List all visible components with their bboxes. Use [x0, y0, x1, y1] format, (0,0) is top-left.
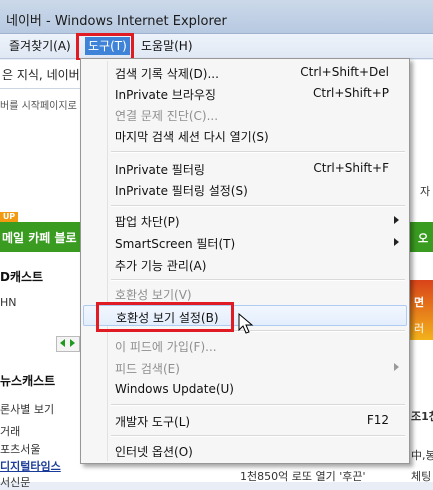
tools-dropdown-menu: 검색 기록 삭제(D)... Ctrl+Shift+Del InPrivate … [80, 58, 410, 464]
submenu-arrow-icon [394, 238, 399, 246]
right-snippet: 면 [414, 296, 425, 309]
news-item[interactable]: 포츠서울 [0, 441, 40, 457]
menu-item-diagnose-connection: 연결 문제 진단(C)... [115, 109, 219, 123]
menu-item-popup-blocker[interactable]: 팝업 차단(P) [83, 210, 407, 231]
next-icon[interactable] [70, 339, 75, 347]
news-item[interactable]: 디지털타임스 [0, 458, 61, 474]
menu-item-smartscreen-filter[interactable]: SmartScreen 필터(T) [83, 232, 407, 253]
menu-item-delete-history[interactable]: 검색 기록 삭제(D)... Ctrl+Shift+Del [83, 62, 407, 83]
menu-item-inprivate-browsing[interactable]: InPrivate 브라우징 Ctrl+Shift+P [83, 83, 407, 104]
menu-item-developer-tools[interactable]: 개발자 도구(L) F12 [83, 410, 407, 431]
search-bar[interactable]: 은 지식, 네이버 [0, 60, 80, 89]
title-bar: 네이버 - Windows Internet Explorer [0, 0, 433, 34]
menu-item-reopen-session[interactable]: 마지막 검색 세션 다시 열기(S) [83, 125, 407, 146]
submenu-arrow-icon [394, 363, 399, 371]
menu-item-internet-options[interactable]: 인터넷 옵션(O) [83, 440, 407, 461]
mouse-cursor-icon [238, 313, 254, 334]
menu-separator [111, 205, 405, 207]
news-item[interactable]: 서신문 [0, 474, 30, 490]
newscast-sub[interactable]: 론사별 보기 [0, 401, 54, 417]
set-start-page-link[interactable]: 버를 시작페이지로 [0, 97, 77, 112]
menu-separator [111, 435, 405, 437]
menu-item-compatibility-view: 호환성 보기(V) [115, 288, 192, 302]
prev-icon[interactable] [60, 339, 65, 347]
right-snippet: 조1천 [411, 410, 433, 423]
right-snippet: 오 [418, 232, 429, 245]
menu-item-manage-addons[interactable]: 추가 기능 관리(A) [83, 254, 407, 275]
newscast-heading: 뉴스캐스트 [0, 374, 56, 388]
menu-help[interactable]: 도움말(H) [138, 37, 196, 55]
up-badge: UP [0, 212, 18, 222]
menu-bar: 즐겨찾기(A) 도구(T) 도움말(H) [0, 34, 433, 59]
prev-next-nav[interactable] [56, 336, 80, 352]
submenu-arrow-icon [394, 216, 399, 224]
menu-item-windows-update[interactable]: Windows Update(U) [83, 379, 407, 400]
right-snippet: 러 [414, 322, 425, 335]
section-heading: D캐스트 [0, 270, 44, 284]
menu-separator [111, 279, 405, 281]
tools-menu-highlight-box [76, 33, 134, 61]
menu-item-subscribe-feed: 이 피드에 가입(F)... [115, 340, 217, 354]
section-sub: HN [0, 296, 17, 309]
menu-separator [111, 404, 405, 406]
menu-separator [111, 151, 405, 153]
service-nav-text[interactable]: 메일 카페 블로 [2, 229, 77, 246]
news-item[interactable]: 거래 [0, 423, 20, 439]
compatibility-settings-highlight-box [96, 302, 234, 332]
window-title: 네이버 - Windows Internet Explorer [6, 14, 227, 29]
right-snippet: 中,봉 [411, 449, 433, 462]
menu-item-inprivate-filter-settings[interactable]: InPrivate 필터링 설정(S) [83, 179, 407, 200]
menu-item-inprivate-filtering[interactable]: InPrivate 필터링 Ctrl+Shift+F [83, 158, 407, 179]
menu-item-feed-discovery: 피드 검색(E) [83, 357, 407, 378]
search-text: 은 지식, 네이버 [2, 68, 80, 82]
service-nav-bar: 메일 카페 블로 [0, 222, 80, 252]
right-snippet: 자 [420, 185, 431, 198]
menu-favorites[interactable]: 즐겨찾기(A) [6, 37, 74, 55]
